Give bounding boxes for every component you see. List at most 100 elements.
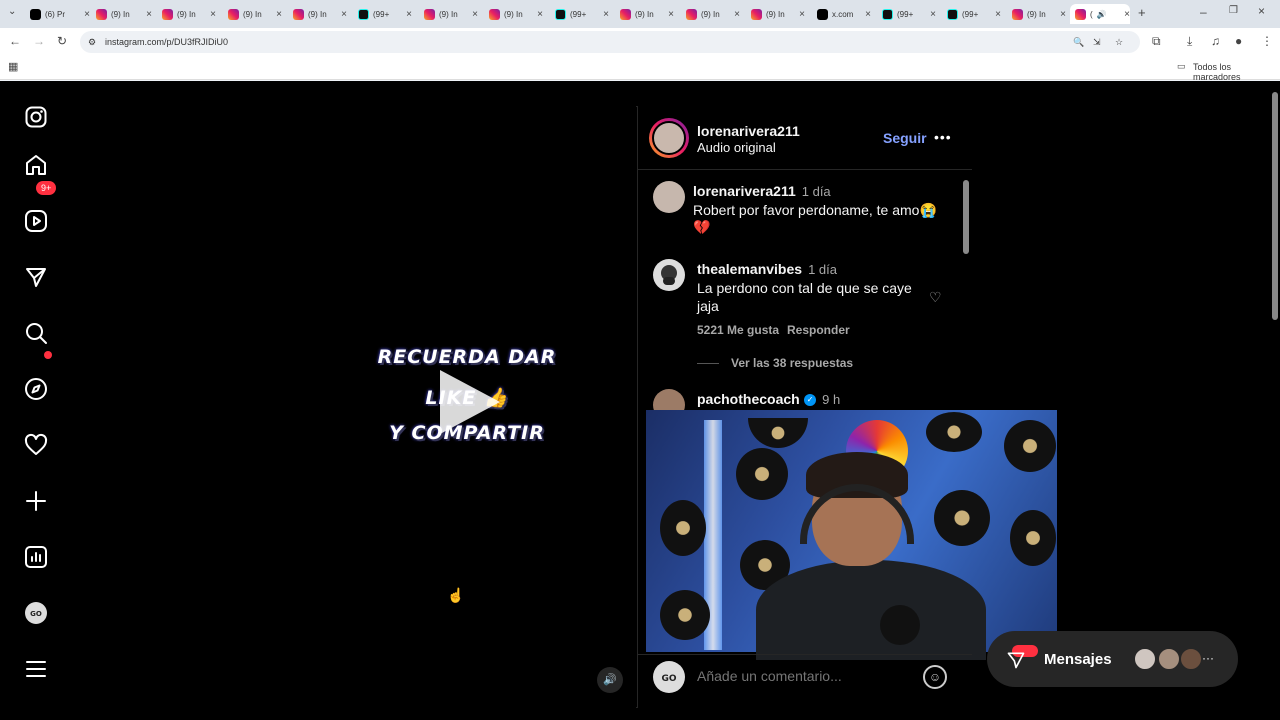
download-icon[interactable]: ⤓ [1187,34,1192,49]
avatar[interactable] [653,259,685,291]
browser-tab[interactable]: (9) In × [424,4,478,24]
browser-tab[interactable]: (6) Pr × [30,4,90,24]
close-icon[interactable]: × [799,9,805,20]
close-icon[interactable]: × [668,9,674,20]
like-comment-icon[interactable]: ♡ [929,289,942,306]
tiktok-icon [555,8,566,20]
restore-icon[interactable]: ❐ [1229,5,1238,16]
svg-text:GO: GO [30,610,42,618]
comment-likes[interactable]: 5221 Me gusta [697,323,779,337]
follow-button[interactable]: Seguir [883,130,927,146]
profile-avatar-icon[interactable]: ● [1235,34,1242,48]
close-icon[interactable]: × [537,9,543,20]
instagram-logo-icon[interactable] [23,104,49,130]
browser-tab[interactable]: (99+ × [947,4,1001,24]
avatar[interactable] [1180,648,1202,670]
browser-tab[interactable]: (9) In × [489,4,543,24]
search-icon[interactable] [23,320,49,346]
x-icon [817,8,828,20]
dashboard-icon[interactable] [23,544,49,570]
reload-icon[interactable]: ↻ [57,34,67,48]
zoom-icon[interactable]: 🔍 [1073,31,1084,53]
browser-menu-icon[interactable]: ⋮ [1261,34,1273,48]
comment-username[interactable]: pachothecoach [697,391,800,407]
browser-tab-active[interactable]: (🔊 × [1070,4,1130,24]
new-tab-icon[interactable]: + [1138,5,1146,20]
close-icon[interactable]: × [865,9,871,20]
page-scrollbar-thumb[interactable] [1272,92,1278,320]
reply-button[interactable]: Responder [787,323,850,337]
profile-icon[interactable]: GO [23,600,49,626]
more-conversations-icon[interactable]: ··· [1202,651,1214,665]
browser-tab[interactable]: (9) In × [228,4,282,24]
avatar[interactable] [653,181,685,213]
address-bar[interactable]: ⚙ instagram.com/p/DU3fRJIDiU0 🔍 ⇲ ☆ [80,31,1140,53]
more-options-icon[interactable]: ••• [934,129,952,145]
svg-text:GO: GO [661,674,676,684]
browser-tab[interactable]: (99+ × [882,4,936,24]
close-icon[interactable]: × [84,9,90,20]
create-icon[interactable] [23,488,49,514]
play-icon[interactable] [440,370,500,434]
close-icon[interactable]: × [995,9,1001,20]
site-info-icon[interactable]: ⚙ [88,31,96,53]
close-icon[interactable]: × [406,9,412,20]
reels-icon[interactable] [23,208,49,234]
audio-label[interactable]: Audio original [697,140,776,155]
audio-toggle-icon[interactable]: 🔊 [597,667,623,693]
tiktok-icon [358,8,369,20]
messages-icon[interactable] [23,264,49,290]
browser-tab[interactable]: (9) In × [620,4,674,24]
view-replies-button[interactable]: Ver las 38 respuestas [731,356,853,370]
notifications-icon[interactable] [23,432,49,458]
home-icon[interactable] [23,152,49,178]
menu-icon[interactable] [23,656,49,682]
folder-icon: ▭ [1177,61,1186,71]
browser-tab[interactable]: (9) In × [162,4,216,24]
post-author[interactable]: lorenarivera211 [697,123,800,139]
browser-toolbar: ← → ↻ ⚙ instagram.com/p/DU3fRJIDiU0 🔍 ⇲ … [0,28,1280,56]
browser-tab[interactable]: x.com × [817,4,871,24]
messages-icon [1006,650,1026,675]
messages-label[interactable]: Mensajes [1044,651,1112,668]
close-icon[interactable]: × [472,9,478,20]
browser-tab[interactable]: (9) In × [96,4,152,24]
avatar[interactable] [1158,648,1180,670]
apps-grid-icon[interactable]: ▦ [8,60,18,73]
comment-input[interactable] [697,664,912,688]
extensions-icon[interactable]: ⧉ [1152,34,1161,49]
tab-search-icon[interactable]: ⌄ [8,6,16,17]
all-bookmarks-link[interactable]: Todos los marcadores [1193,62,1280,82]
comment-header: pachothecoach ✓ 9 h [697,391,840,409]
comment-username[interactable]: lorenarivera211 [693,183,796,199]
close-icon[interactable]: × [210,9,216,20]
avatar[interactable] [652,121,686,155]
comments-scrollbar[interactable] [963,180,969,254]
comment-username[interactable]: thealemanvibes [697,261,802,277]
bookmark-star-icon[interactable]: ☆ [1115,31,1123,53]
close-icon[interactable]: × [146,9,152,20]
minimize-icon[interactable]: – [1200,5,1207,19]
close-icon[interactable]: × [930,9,936,20]
forward-icon[interactable]: → [33,34,45,48]
avatar[interactable] [1134,648,1156,670]
close-icon[interactable]: × [603,9,609,20]
close-icon[interactable]: × [276,9,282,20]
browser-tab[interactable]: (9) In × [293,4,347,24]
media-control-icon[interactable]: ♫ [1211,34,1220,48]
close-icon[interactable]: × [734,9,740,20]
back-icon[interactable]: ← [9,34,21,48]
install-app-icon[interactable]: ⇲ [1093,31,1101,53]
browser-tab[interactable]: (99+ × [358,4,412,24]
close-icon[interactable]: × [1124,9,1130,20]
explore-icon[interactable] [23,376,49,402]
window-close-icon[interactable]: × [1258,4,1265,18]
browser-tab[interactable]: (9) In × [686,4,740,24]
close-icon[interactable]: × [341,9,347,20]
speaker-icon[interactable]: 🔊 [1097,10,1107,19]
emoji-icon[interactable]: ☺ [923,665,947,689]
browser-tab[interactable]: (99+ × [555,4,609,24]
browser-tab[interactable]: (9) In × [1012,4,1066,24]
close-icon[interactable]: × [1060,9,1066,20]
browser-tab[interactable]: (9) In × [751,4,805,24]
